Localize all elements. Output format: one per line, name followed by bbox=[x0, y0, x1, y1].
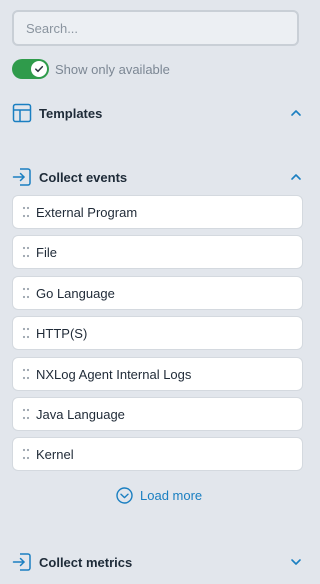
list-item-file[interactable]: File bbox=[12, 235, 303, 269]
sign-in-icon bbox=[12, 553, 31, 571]
drag-handle-icon[interactable] bbox=[22, 287, 30, 299]
list-item-label: NXLog Agent Internal Logs bbox=[36, 366, 192, 382]
section-collect-metrics-title: Collect metrics bbox=[39, 554, 133, 570]
list-item-label: File bbox=[36, 244, 57, 260]
chevron-circle-down-icon bbox=[116, 486, 133, 504]
list-item-java-language[interactable]: Java Language bbox=[12, 397, 303, 431]
chevron-up-icon[interactable] bbox=[290, 107, 302, 119]
chevron-down-icon[interactable] bbox=[290, 556, 302, 568]
list-item-external-program[interactable]: External Program bbox=[12, 195, 303, 229]
integrations-sidebar: Show only available Templates Collect ev… bbox=[0, 0, 311, 584]
section-collect-metrics-header[interactable]: Collect metrics bbox=[12, 551, 302, 573]
list-item-https[interactable]: HTTP(S) bbox=[12, 316, 303, 350]
layout-icon bbox=[12, 103, 32, 123]
list-item-nxlog-internal-logs[interactable]: NXLog Agent Internal Logs bbox=[12, 357, 303, 391]
list-item-label: HTTP(S) bbox=[36, 325, 88, 341]
chevron-up-icon[interactable] bbox=[290, 171, 302, 183]
load-more-label: Load more bbox=[140, 487, 203, 503]
check-icon bbox=[35, 65, 44, 73]
list-item-label: Java Language bbox=[36, 406, 125, 422]
section-templates-title: Templates bbox=[39, 105, 103, 121]
show-available-toggle[interactable] bbox=[12, 59, 49, 79]
toggle-knob bbox=[31, 61, 47, 77]
drag-handle-icon[interactable] bbox=[22, 327, 30, 339]
load-more-button[interactable]: Load more bbox=[116, 486, 202, 504]
section-collect-events-title: Collect events bbox=[39, 169, 128, 185]
section-collect-events-header[interactable]: Collect events bbox=[12, 166, 302, 188]
drag-handle-icon[interactable] bbox=[22, 448, 30, 460]
sign-in-icon bbox=[12, 168, 31, 186]
list-item-kernel[interactable]: Kernel bbox=[12, 437, 303, 471]
availability-filter[interactable]: Show only available bbox=[12, 59, 170, 79]
list-item-label: Kernel bbox=[36, 446, 74, 462]
drag-handle-icon[interactable] bbox=[22, 408, 30, 420]
drag-handle-icon[interactable] bbox=[22, 206, 30, 218]
drag-handle-icon[interactable] bbox=[22, 368, 30, 380]
section-templates-header[interactable]: Templates bbox=[12, 102, 302, 124]
search-input[interactable] bbox=[26, 20, 297, 36]
list-item-label: Go Language bbox=[36, 285, 115, 301]
list-item-label: External Program bbox=[36, 204, 138, 220]
show-available-label: Show only available bbox=[55, 61, 170, 77]
list-item-go-language[interactable]: Go Language bbox=[12, 276, 303, 310]
drag-handle-icon[interactable] bbox=[22, 246, 30, 258]
search-field[interactable] bbox=[12, 10, 299, 46]
